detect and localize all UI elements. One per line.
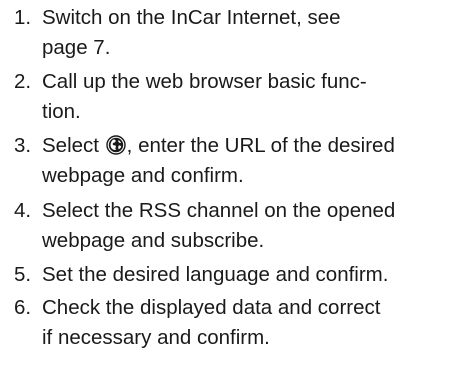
step-line: Check the displayed data and correct [42, 296, 381, 319]
step-line: tion. [42, 100, 81, 123]
step-number: 5. [14, 263, 32, 286]
step-line: webpage and confirm. [42, 164, 244, 187]
step-text: Check the displayed data and correct if … [42, 293, 452, 353]
step-line: Switch on the InCar Internet, see [42, 6, 341, 29]
step-line-part: Select [42, 134, 105, 157]
step-line: Set the desired language and confirm. [42, 263, 389, 286]
instruction-document: 1. Switch on the InCar Internet, see pag… [0, 0, 454, 388]
step-line: Call up the web browser basic func- [42, 70, 367, 93]
step-line: webpage and subscribe. [42, 229, 265, 252]
globe-icon [105, 135, 126, 155]
step-number: 1. [14, 6, 32, 29]
step-line: if necessary and confirm. [42, 326, 270, 349]
step-line-part: , enter the URL of the desired [126, 134, 395, 157]
step-line: Select , enter the URL of the desired [42, 131, 452, 161]
step-number: 3. [14, 134, 32, 157]
step-line: page 7. [42, 36, 111, 59]
step-text: Switch on the InCar Internet, see page 7… [42, 3, 452, 63]
step-text: Call up the web browser basic func- tion… [42, 67, 452, 127]
step-text: Set the desired language and confirm. [42, 260, 452, 290]
step-number: 6. [14, 296, 32, 319]
step-number: 4. [14, 199, 32, 222]
step-number: 2. [14, 70, 32, 93]
step-text: Select , enter the URL of the desired we… [42, 131, 452, 191]
step-text: Select the RSS channel on the opened web… [42, 196, 452, 256]
step-line: Select the RSS channel on the opened [42, 199, 396, 222]
